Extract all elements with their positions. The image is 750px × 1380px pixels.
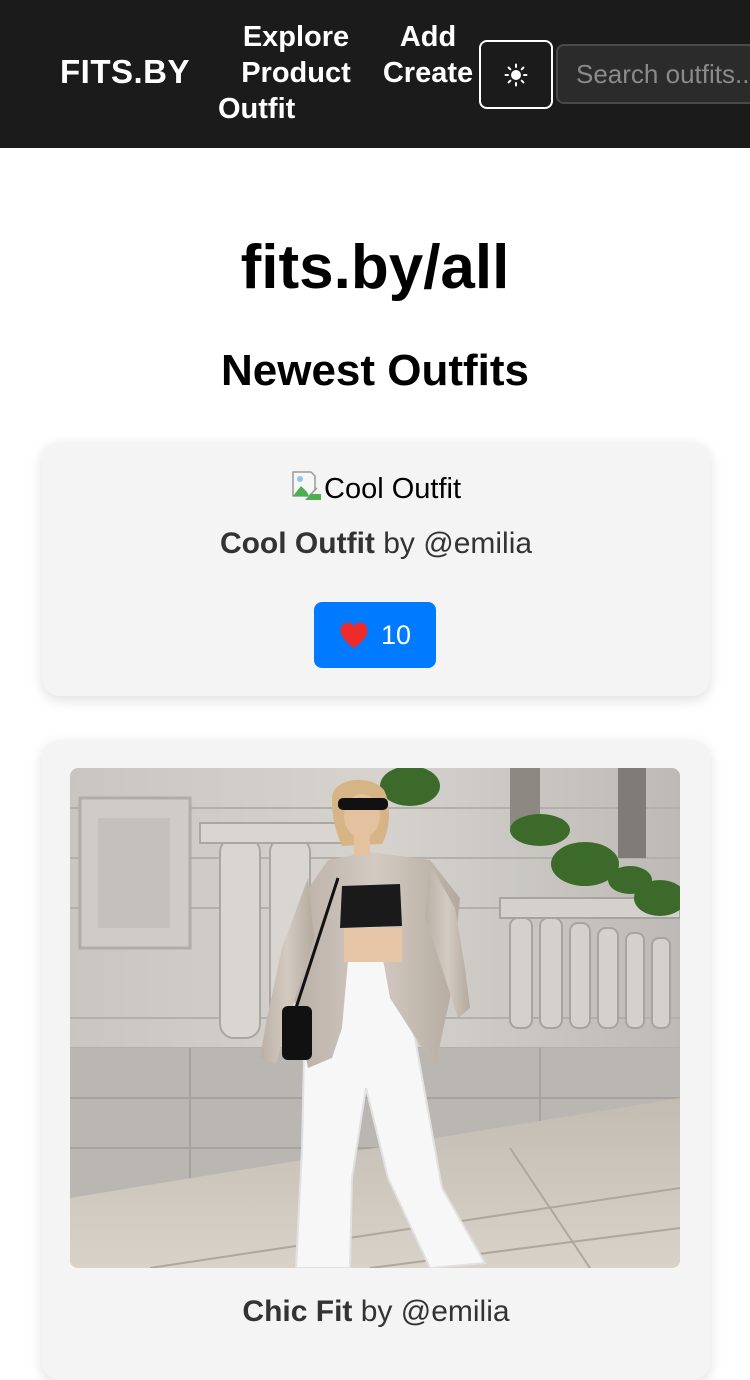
- search-input[interactable]: [556, 44, 750, 104]
- broken-image-icon: [292, 471, 321, 500]
- outfit-photo-illustration: [70, 768, 680, 1268]
- brand-logo-link[interactable]: FITS.BY: [60, 52, 190, 92]
- outfit-author: by @emilia: [352, 1295, 510, 1328]
- nav-outfit-label: Outfit: [218, 93, 296, 125]
- outfit-image-alt-text: Cool Outfit: [324, 473, 461, 505]
- outfit-name: Cool Outfit: [219, 527, 375, 560]
- outfit-caption: Chic Fit by @emilia: [42, 1294, 710, 1330]
- top-navbar: FITS.BY Explore Product Outfit Add Creat…: [0, 0, 750, 148]
- like-count: 10: [380, 619, 412, 650]
- heart-icon: [340, 622, 368, 648]
- outfit-card[interactable]: Cool Outfit Cool Outfit by @emilia 10: [42, 442, 710, 696]
- nav-add-label: Add: [399, 21, 457, 53]
- outfit-name: Chic Fit: [242, 1295, 353, 1328]
- outfit-card[interactable]: Chic Fit by @emilia: [42, 740, 710, 1380]
- outfit-caption: Cool Outfit by @emilia: [42, 526, 710, 562]
- like-button[interactable]: 10: [314, 602, 436, 668]
- outfit-image-broken[interactable]: Cool Outfit: [42, 470, 710, 507]
- nav-explore-product-outfit-link[interactable]: Explore Product Outfit: [218, 19, 374, 127]
- outfit-photo[interactable]: [70, 768, 680, 1268]
- nav-explore-label: Explore: [242, 21, 350, 53]
- outfit-author: by @emilia: [374, 527, 533, 560]
- theme-toggle-button[interactable]: [479, 40, 553, 109]
- nav-add-create-link[interactable]: Add Create: [378, 19, 478, 91]
- sun-icon: [504, 63, 528, 86]
- nav-create-label: Create: [382, 57, 474, 89]
- nav-product-label: Product: [241, 57, 351, 89]
- section-title: Newest Outfits: [220, 346, 530, 395]
- page-title: fits.by/all: [240, 233, 510, 302]
